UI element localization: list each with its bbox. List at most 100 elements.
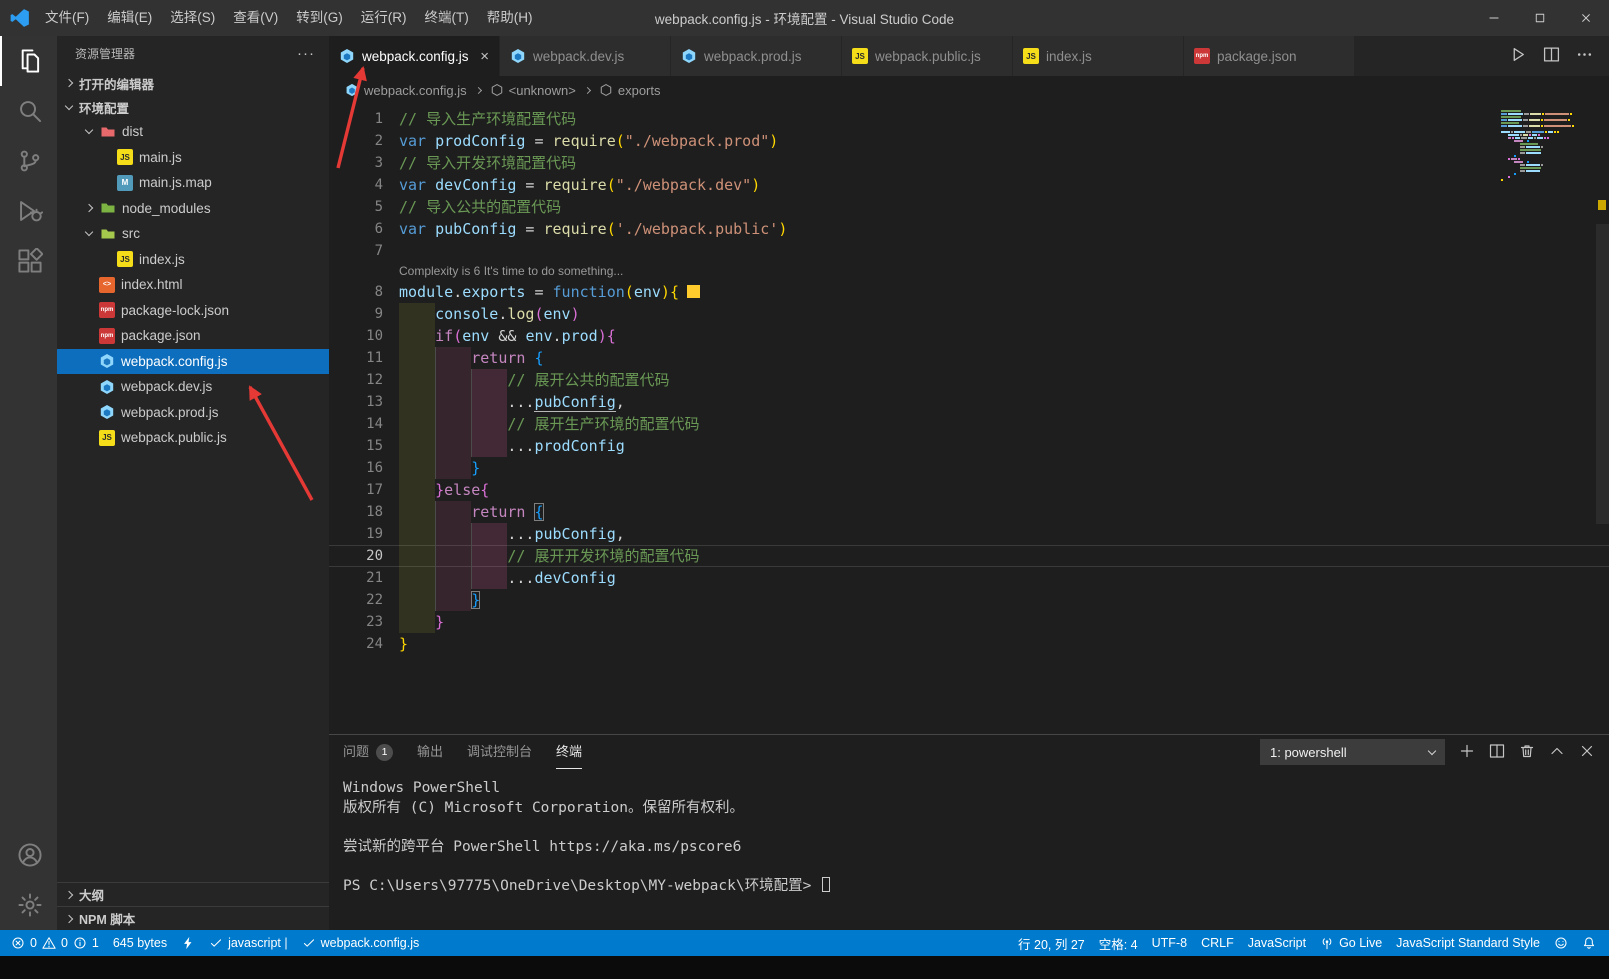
code-line-14[interactable]: 14 // 展开生产环境的配置代码 bbox=[329, 413, 1609, 435]
close-window-button[interactable] bbox=[1563, 0, 1609, 36]
breadcrumb-item-webpack-config-js[interactable]: webpack.config.js bbox=[345, 83, 467, 98]
activity-explorer[interactable] bbox=[0, 36, 57, 86]
overview-ruler[interactable] bbox=[1595, 104, 1609, 734]
tree-item-package-json[interactable]: npmpackage.json bbox=[57, 323, 329, 349]
code-line-12[interactable]: 12 // 展开公共的配置代码 bbox=[329, 369, 1609, 391]
tree-item-webpack-config-js[interactable]: webpack.config.js bbox=[57, 349, 329, 375]
menu-item-8[interactable]: 帮助(H) bbox=[478, 0, 542, 36]
tab-index-js[interactable]: JSindex.js bbox=[1013, 36, 1184, 76]
split-terminal-button[interactable] bbox=[1489, 743, 1505, 762]
tree-item-index-html[interactable]: <>index.html bbox=[57, 272, 329, 298]
status-formatter-file[interactable]: webpack.config.js bbox=[295, 930, 427, 956]
panel-tab-问题[interactable]: 问题1 bbox=[343, 736, 393, 769]
split-editor-button[interactable] bbox=[1543, 46, 1560, 66]
code-line-5[interactable]: 5// 导入公共的配置代码 bbox=[329, 196, 1609, 218]
tab-webpack-public-js[interactable]: JSwebpack.public.js bbox=[842, 36, 1013, 76]
tree-item-main-js[interactable]: JSmain.js bbox=[57, 145, 329, 171]
code-editor[interactable]: 1// 导入生产环境配置代码2var prodConfig = require(… bbox=[329, 104, 1609, 734]
status-problems[interactable]: 001 bbox=[4, 930, 106, 956]
menu-item-1[interactable]: 文件(F) bbox=[36, 0, 98, 36]
tree-item-webpack-prod-js[interactable]: webpack.prod.js bbox=[57, 400, 329, 426]
new-terminal-button[interactable] bbox=[1459, 743, 1475, 762]
panel-tab-终端[interactable]: 终端 bbox=[556, 736, 582, 769]
status-cursor-position[interactable]: 行 20, 列 27 bbox=[1011, 930, 1092, 956]
minimap[interactable] bbox=[1501, 110, 1591, 182]
code-line-1[interactable]: 1// 导入生产环境配置代码 bbox=[329, 108, 1609, 130]
code-line-11[interactable]: 11 return { bbox=[329, 347, 1609, 369]
kill-terminal-button[interactable] bbox=[1519, 743, 1535, 762]
close-panel-button[interactable] bbox=[1579, 743, 1595, 762]
code-line-24[interactable]: 24} bbox=[329, 633, 1609, 655]
code-line-23[interactable]: 23 } bbox=[329, 611, 1609, 633]
status-power[interactable] bbox=[174, 930, 202, 956]
activity-run-debug[interactable] bbox=[0, 186, 57, 236]
code-line-17[interactable]: 17 }else{ bbox=[329, 479, 1609, 501]
activity-source-control[interactable] bbox=[0, 136, 57, 186]
tree-item-src[interactable]: src bbox=[57, 221, 329, 247]
menu-item-6[interactable]: 运行(R) bbox=[352, 0, 416, 36]
tab-package-json[interactable]: npmpackage.json bbox=[1184, 36, 1355, 76]
status-feedback[interactable] bbox=[1547, 930, 1575, 956]
activity-account[interactable] bbox=[0, 830, 57, 880]
tree-item-main-js-map[interactable]: Mmain.js.map bbox=[57, 170, 329, 196]
code-line-16[interactable]: 16 } bbox=[329, 457, 1609, 479]
maximize-panel-button[interactable] bbox=[1549, 743, 1565, 762]
code-line-18[interactable]: 18 return { bbox=[329, 501, 1609, 523]
tree-item-package-lock-json[interactable]: npmpackage-lock.json bbox=[57, 298, 329, 324]
menu-item-7[interactable]: 终端(T) bbox=[416, 0, 478, 36]
maximize-window-button[interactable] bbox=[1517, 0, 1563, 36]
menu-item-5[interactable]: 转到(G) bbox=[287, 0, 352, 36]
panel-tab-调试控制台[interactable]: 调试控制台 bbox=[467, 736, 532, 769]
code-line-22[interactable]: 22 } bbox=[329, 589, 1609, 611]
menu-item-4[interactable]: 查看(V) bbox=[224, 0, 287, 36]
section-open-editors[interactable]: 打开的编辑器 bbox=[57, 71, 329, 95]
section-workspace[interactable]: 环境配置 bbox=[57, 95, 329, 119]
status-encoding[interactable]: UTF-8 bbox=[1145, 930, 1194, 956]
menu-item-2[interactable]: 编辑(E) bbox=[98, 0, 161, 36]
terminal[interactable]: Windows PowerShell版权所有 (C) Microsoft Cor… bbox=[329, 769, 1609, 930]
status-go-live[interactable]: Go Live bbox=[1313, 930, 1389, 956]
tab-close-icon[interactable]: × bbox=[480, 49, 489, 64]
panel-tab-输出[interactable]: 输出 bbox=[417, 736, 443, 769]
sidebar-more-actions[interactable]: ··· bbox=[297, 45, 315, 62]
menu-item-3[interactable]: 选择(S) bbox=[161, 0, 224, 36]
code-line-2[interactable]: 2var prodConfig = require("./webpack.pro… bbox=[329, 130, 1609, 152]
status-standard-style[interactable]: JavaScript Standard Style bbox=[1389, 930, 1547, 956]
tree-item-index-js[interactable]: JSindex.js bbox=[57, 247, 329, 273]
code-line-20[interactable]: 20 // 展开开发环境的配置代码 bbox=[329, 545, 1609, 567]
section-npm-脚本[interactable]: NPM 脚本 bbox=[57, 906, 329, 930]
code-line-19[interactable]: 19 ...pubConfig, bbox=[329, 523, 1609, 545]
section-大纲[interactable]: 大纲 bbox=[57, 882, 329, 906]
codelens-link[interactable]: Complexity is 6 It's time to do somethin… bbox=[329, 262, 1609, 281]
breadcrumb-item-unknown[interactable]: <unknown> bbox=[490, 83, 576, 98]
status-indentation[interactable]: 空格: 4 bbox=[1092, 930, 1145, 956]
more-actions-button[interactable] bbox=[1576, 46, 1593, 66]
tree-item-node-modules[interactable]: node_modules bbox=[57, 196, 329, 222]
activity-search[interactable] bbox=[0, 86, 57, 136]
status-eol[interactable]: CRLF bbox=[1194, 930, 1241, 956]
editor-scrollbar[interactable] bbox=[1596, 224, 1609, 524]
tree-item-webpack-public-js[interactable]: JSwebpack.public.js bbox=[57, 425, 329, 451]
tab-webpack-config-js[interactable]: webpack.config.js× bbox=[329, 36, 500, 76]
run-code-button[interactable] bbox=[1510, 46, 1527, 66]
tab-webpack-dev-js[interactable]: webpack.dev.js bbox=[500, 36, 671, 76]
code-line-8[interactable]: 8module.exports = function(env){ bbox=[329, 281, 1609, 303]
code-line-3[interactable]: 3// 导入开发环境配置代码 bbox=[329, 152, 1609, 174]
activity-settings[interactable] bbox=[0, 880, 57, 930]
status-language-mode[interactable]: JavaScript bbox=[1241, 930, 1313, 956]
status-notifications[interactable] bbox=[1575, 930, 1603, 956]
tree-item-webpack-dev-js[interactable]: webpack.dev.js bbox=[57, 374, 329, 400]
status-file-size[interactable]: 645 bytes bbox=[106, 930, 174, 956]
code-line-13[interactable]: 13 ...pubConfig, bbox=[329, 391, 1609, 413]
code-line-21[interactable]: 21 ...devConfig bbox=[329, 567, 1609, 589]
breadcrumb-item-exports[interactable]: exports bbox=[599, 83, 661, 98]
code-line-6[interactable]: 6var pubConfig = require('./webpack.publ… bbox=[329, 218, 1609, 240]
activity-extensions[interactable] bbox=[0, 236, 57, 286]
minimize-window-button[interactable] bbox=[1471, 0, 1517, 36]
tree-item-dist[interactable]: dist bbox=[57, 119, 329, 145]
terminal-shell-selector[interactable]: 1: powershell bbox=[1260, 739, 1445, 765]
status-standard-lint[interactable]: javascript | bbox=[202, 930, 295, 956]
code-line-4[interactable]: 4var devConfig = require("./webpack.dev"… bbox=[329, 174, 1609, 196]
code-line-9[interactable]: 9 console.log(env) bbox=[329, 303, 1609, 325]
code-line-15[interactable]: 15 ...prodConfig bbox=[329, 435, 1609, 457]
